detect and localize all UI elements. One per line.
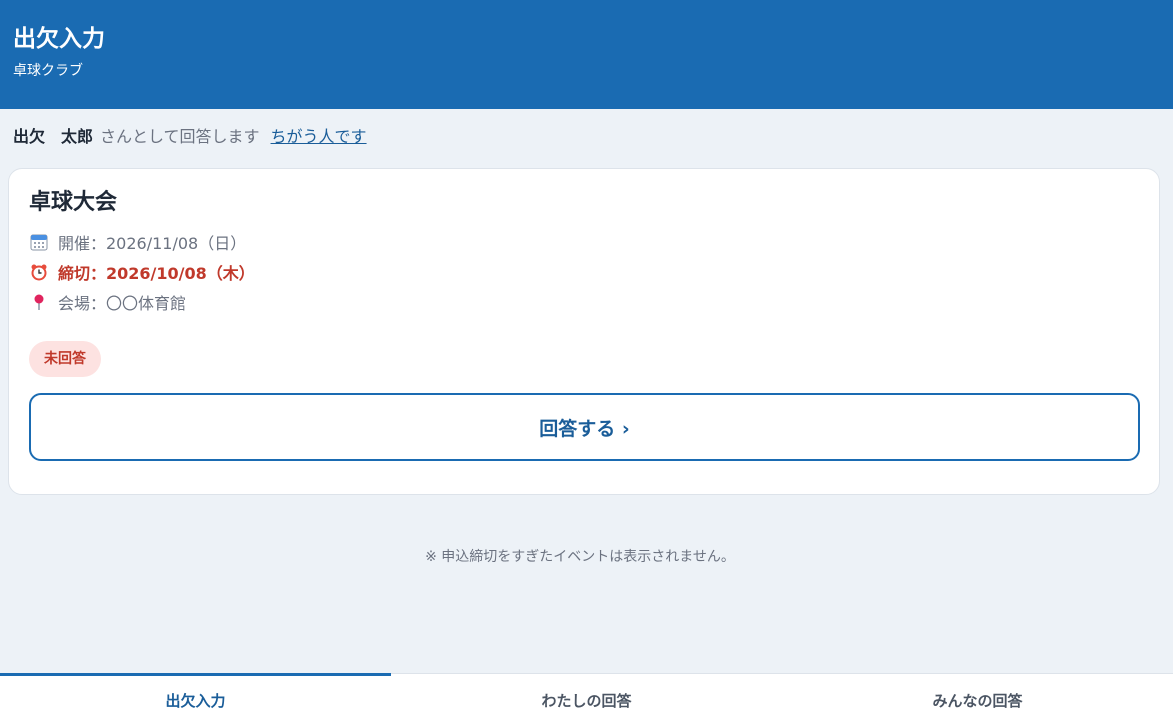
event-meta: 開催：2026/11/08（日） 締切：2026/10/08（木） 会場：〇〇体…	[29, 227, 1139, 317]
respondent-bar: 出欠 太郎 さんとして回答します ちがう人です	[13, 124, 367, 146]
club-name: 卓球クラブ	[13, 63, 83, 79]
status-badge: 未回答	[29, 341, 101, 377]
tab-attendance-input[interactable]: 出欠入力	[0, 673, 391, 726]
respondent-suffix: さんとして回答します	[100, 127, 260, 146]
bottom-tab-bar: 出欠入力 わたしの回答 みんなの回答	[0, 673, 1173, 726]
event-deadline: 締切：2026/10/08（木）	[58, 264, 255, 283]
event-card: 卓球大会 開催：2026/11/08（日） 締切：2026/10/08（木） 会…	[8, 168, 1160, 495]
event-title: 卓球大会	[29, 190, 118, 215]
event-date-row: 開催：2026/11/08（日）	[29, 227, 1139, 257]
event-venue: 会場：〇〇体育館	[58, 294, 187, 313]
answer-button[interactable]: 回答する ›	[29, 393, 1140, 461]
event-date: 開催：2026/11/08（日）	[58, 234, 247, 253]
respondent-name: 出欠 太郎	[13, 127, 94, 146]
app-header: 出欠入力 卓球クラブ	[0, 0, 1173, 109]
tab-everyone-answers[interactable]: みんなの回答	[782, 674, 1173, 726]
tab-my-answers[interactable]: わたしの回答	[391, 674, 782, 726]
calendar-icon	[29, 232, 49, 252]
switch-user-link[interactable]: ちがう人です	[271, 123, 367, 147]
page-title: 出欠入力	[13, 26, 105, 52]
alarm-clock-icon	[29, 262, 49, 282]
event-venue-row: 会場：〇〇体育館	[29, 287, 1139, 317]
footnote: ※ 申込締切をすぎたイベントは表示されません。	[425, 549, 735, 565]
pin-icon	[29, 292, 49, 312]
event-deadline-row: 締切：2026/10/08（木）	[29, 257, 1139, 287]
